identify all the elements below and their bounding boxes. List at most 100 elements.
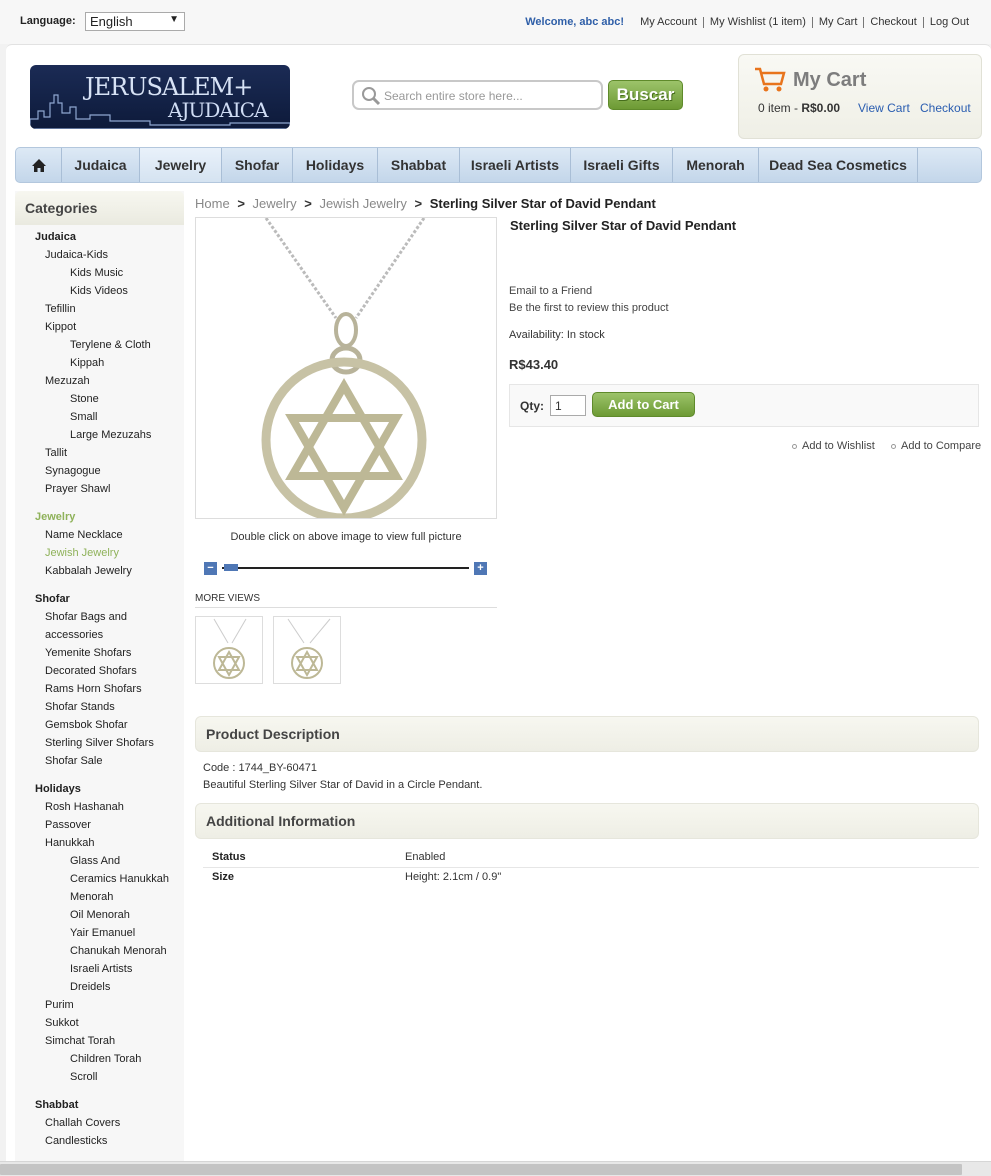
sidebar-category-item[interactable]: Judaica <box>35 231 76 243</box>
category-sidebar: Categories Judaica Judaica-Kids Kids Music… <box>15 191 184 1176</box>
sidebar-category-item[interactable]: Synagogue <box>45 465 101 477</box>
logo-text-judaica: AJUDAICA <box>168 98 268 122</box>
sidebar-category-item[interactable]: Passover <box>45 819 91 831</box>
sidebar-category-item[interactable]: Shofar Sale <box>45 755 102 767</box>
sidebar-category-item[interactable]: Rams Horn Shofars <box>45 683 142 695</box>
zoom-in-icon[interactable]: + <box>474 562 487 575</box>
sidebar-category-item[interactable]: Kabbalah Jewelry <box>45 565 132 577</box>
table-row: Status Enabled <box>203 848 979 868</box>
sidebar-category-item[interactable]: Stone <box>70 393 99 405</box>
sidebar-category-item[interactable]: Decorated Shofars <box>45 665 137 677</box>
nav-israeli-gifts[interactable]: Israeli Gifts <box>571 148 673 182</box>
main-nav: Judaica Jewelry Shofar Holidays Shabbat … <box>15 147 982 183</box>
sidebar-category-item[interactable]: Simchat Torah <box>45 1035 115 1047</box>
my-wishlist-link[interactable]: My Wishlist (1 item) <box>702 16 812 28</box>
sidebar-category-item[interactable]: Gemsbok Shofar <box>45 719 128 731</box>
sidebar-category-item[interactable]: Challah Covers <box>45 1117 120 1129</box>
nav-judaica[interactable]: Judaica <box>62 148 140 182</box>
sidebar-category-item[interactable]: Yair Emanuel <box>70 927 135 939</box>
my-account-link[interactable]: My Account <box>634 16 703 28</box>
additional-info-heading: Additional Information <box>195 803 979 839</box>
view-cart-link[interactable]: View Cart <box>858 101 910 115</box>
nav-menorah[interactable]: Menorah <box>673 148 759 182</box>
add-to-cart-button[interactable]: Add to Cart <box>592 392 695 417</box>
additional-info-table: Status Enabled Size Height: 2.1cm / 0.9" <box>203 848 979 888</box>
breadcrumb-home[interactable]: Home <box>195 196 230 211</box>
nav-shabbat[interactable]: Shabbat <box>378 148 460 182</box>
cart-checkout-link[interactable]: Checkout <box>920 101 971 115</box>
sidebar-category-item[interactable]: Israeli Artists <box>70 963 132 975</box>
add-to-wishlist-link[interactable]: Add to Wishlist <box>792 440 875 452</box>
sidebar-category-item[interactable]: Name Necklace <box>45 529 123 541</box>
thumbnail-2[interactable] <box>273 616 341 684</box>
sidebar-category-item[interactable]: Kippah <box>70 357 104 369</box>
nav-dead-sea-cosmetics[interactable]: Dead Sea Cosmetics <box>759 148 918 182</box>
sidebar-category-item[interactable]: Chanukah Menorah <box>70 945 167 957</box>
search-placeholder: Search entire store here... <box>384 89 523 103</box>
sidebar-category-item[interactable]: Children Torah <box>70 1053 141 1065</box>
logout-link[interactable]: Log Out <box>922 16 975 28</box>
email-friend-link[interactable]: Email to a Friend <box>509 285 592 297</box>
sidebar-category-item[interactable]: Judaica-Kids <box>45 249 108 261</box>
sidebar-category-item[interactable]: Glass And <box>70 855 120 867</box>
sidebar-category-item[interactable]: Tallit <box>45 447 67 459</box>
sidebar-category-item[interactable]: Terylene & Cloth <box>70 339 151 351</box>
sidebar-category-item[interactable]: Kids Videos <box>70 285 128 297</box>
sidebar-category-item[interactable]: Jewelry <box>35 511 75 523</box>
sidebar-category-item[interactable]: Hanukkah <box>45 837 95 849</box>
nav-israeli-artists[interactable]: Israeli Artists <box>460 148 571 182</box>
cart-total: R$0.00 <box>801 101 841 115</box>
sidebar-category-item[interactable]: Ceramics Hanukkah <box>70 873 169 885</box>
sidebar-category-item[interactable]: Jewish Jewelry <box>45 547 119 559</box>
nav-home[interactable] <box>16 148 62 182</box>
nav-shofar[interactable]: Shofar <box>222 148 293 182</box>
nav-holidays[interactable]: Holidays <box>293 148 378 182</box>
sidebar-category-item[interactable]: Purim <box>45 999 74 1011</box>
horizontal-scrollbar[interactable] <box>0 1161 991 1176</box>
sidebar-category-item[interactable]: Shofar Stands <box>45 701 115 713</box>
nav-jewelry[interactable]: Jewelry <box>140 148 222 182</box>
sidebar-category-item[interactable]: Kippot <box>45 321 76 333</box>
sidebar-category-item[interactable]: Small <box>70 411 98 423</box>
thumbnail-image <box>287 618 331 679</box>
dropdown-arrow-icon: ▼ <box>169 14 179 25</box>
home-icon <box>31 158 46 172</box>
sidebar-category-item[interactable]: Tefillin <box>45 303 76 315</box>
qty-input[interactable]: 1 <box>550 395 586 416</box>
checkout-link[interactable]: Checkout <box>863 16 922 28</box>
sidebar-category-item[interactable]: Oil Menorah <box>70 909 130 921</box>
language-select[interactable]: English ▼ <box>85 12 185 31</box>
zoom-slider-handle[interactable] <box>224 564 238 571</box>
product-main-image[interactable] <box>195 217 497 519</box>
search-input[interactable]: Search entire store here... <box>352 80 603 110</box>
sidebar-category-item[interactable]: Large Mezuzahs <box>70 429 151 441</box>
add-to-compare-link[interactable]: Add to Compare <box>891 440 981 452</box>
breadcrumb-jewelry[interactable]: Jewelry <box>253 196 297 211</box>
zoom-slider[interactable] <box>222 567 469 569</box>
review-link[interactable]: Be the first to review this product <box>509 302 669 314</box>
sidebar-category-item[interactable]: Dreidels <box>70 981 110 993</box>
sidebar-category-item[interactable]: Kids Music <box>70 267 123 279</box>
sidebar-category-item[interactable]: accessories <box>45 629 103 641</box>
sidebar-category-item[interactable]: Candlesticks <box>45 1135 107 1147</box>
scrollbar-thumb[interactable] <box>0 1164 962 1175</box>
breadcrumb-jewish-jewelry[interactable]: Jewish Jewelry <box>319 196 406 211</box>
thumbnail-1[interactable] <box>195 616 263 684</box>
sidebar-category-item[interactable]: Sterling Silver Shofars <box>45 737 154 749</box>
sidebar-category-item[interactable]: Menorah <box>70 891 113 903</box>
sidebar-category-item[interactable]: Rosh Hashanah <box>45 801 124 813</box>
logo-text-jerusalem: JERUSALEM+ <box>85 73 253 101</box>
sidebar-category-item[interactable]: Shofar Bags and <box>45 611 127 623</box>
search-button[interactable]: Buscar <box>608 80 683 110</box>
sidebar-category-item[interactable]: Yemenite Shofars <box>45 647 131 659</box>
sidebar-category-item[interactable]: Shabbat <box>35 1099 78 1111</box>
sidebar-category-item[interactable]: Scroll <box>70 1071 98 1083</box>
sidebar-category-item[interactable]: Mezuzah <box>45 375 90 387</box>
sidebar-category-item[interactable]: Prayer Shawl <box>45 483 110 495</box>
my-cart-link[interactable]: My Cart <box>811 16 864 28</box>
sidebar-category-item[interactable]: Shofar <box>35 593 70 605</box>
sidebar-category-item[interactable]: Holidays <box>35 783 81 795</box>
zoom-out-icon[interactable]: − <box>204 562 217 575</box>
site-logo[interactable]: JERUSALEM+ AJUDAICA <box>30 65 290 129</box>
sidebar-category-item[interactable]: Sukkot <box>45 1017 79 1029</box>
